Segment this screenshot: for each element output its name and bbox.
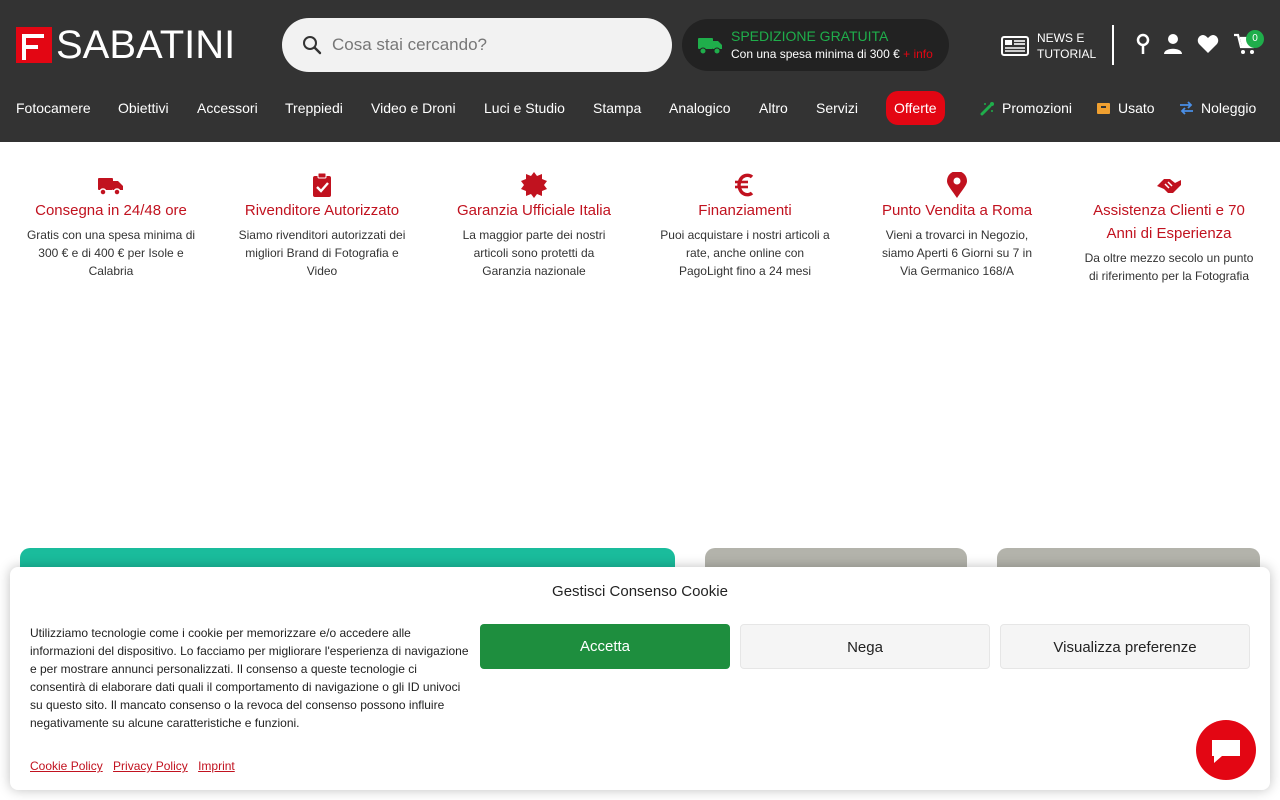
- search-icon[interactable]: [302, 35, 322, 55]
- truck-icon: [98, 178, 123, 196]
- logo-text: SABATINI: [56, 23, 236, 67]
- feature-description: La maggior parte dei nostri articoli son…: [462, 228, 606, 278]
- header: SABATINI SPEDIZIONE GRATUITA Con una spe…: [0, 0, 1280, 142]
- nav-offerte[interactable]: Offerte: [886, 91, 945, 125]
- magic-wand-icon: [980, 101, 994, 115]
- nav-analogico[interactable]: Analogico: [669, 91, 731, 125]
- chat-icon: [1212, 740, 1240, 763]
- feature-delivery: Consegna in 24/48 ore Gratis con una spe…: [26, 172, 196, 280]
- feature-authorized-reseller: Rivenditore Autorizzato Siamo rivenditor…: [237, 172, 407, 280]
- accept-button[interactable]: Accetta: [480, 624, 730, 669]
- shipping-title: SPEDIZIONE GRATUITA: [731, 28, 889, 44]
- nav-usato-label: Usato: [1118, 100, 1155, 116]
- nav-noleggio[interactable]: Noleggio: [1179, 91, 1256, 125]
- nav-promozioni-label: Promozioni: [1002, 100, 1073, 116]
- feature-title: Garanzia Ufficiale Italia: [457, 202, 611, 219]
- logo-mark: [16, 27, 52, 63]
- nav-noleggio-label: Noleggio: [1201, 100, 1257, 116]
- feature-description: Vieni a trovarci in Negozio, siamo Apert…: [881, 228, 1033, 278]
- newspaper-icon: [1001, 36, 1029, 56]
- site-logo[interactable]: SABATINI: [16, 23, 236, 67]
- feature-title: Rivenditore Autorizzato: [244, 202, 400, 219]
- nav-usato[interactable]: Usato: [1096, 91, 1155, 125]
- feature-description: Da oltre mezzo secolo un punto di riferi…: [1084, 251, 1254, 283]
- news-label-line2: TUTORIAL: [1037, 47, 1097, 61]
- news-tutorial-link[interactable]: NEWS E TUTORIAL: [1001, 30, 1096, 62]
- search-bar[interactable]: [282, 18, 672, 72]
- feature-description: Puoi acquistare i nostri articoli a rate…: [660, 228, 830, 278]
- chat-button[interactable]: [1196, 720, 1256, 780]
- map-pin-icon: [947, 172, 967, 198]
- feature-description: Siamo rivenditori autorizzati dei miglio…: [238, 228, 406, 278]
- clipboard-check-icon: [313, 172, 331, 197]
- truck-icon: [698, 38, 722, 55]
- feature-highlights: Consegna in 24/48 ore Gratis con una spe…: [0, 172, 1280, 302]
- feature-store-rome: Punto Vendita a Roma Vieni a trovarci in…: [872, 172, 1042, 280]
- user-account-icon[interactable]: [1163, 33, 1183, 55]
- nav-accessori[interactable]: Accessori: [197, 91, 258, 125]
- privacy-policy-link[interactable]: Privacy Policy: [113, 759, 188, 773]
- imprint-link[interactable]: Imprint: [198, 759, 235, 773]
- cart-count-badge: 0: [1246, 30, 1264, 48]
- exchange-arrows-icon: [1180, 101, 1193, 115]
- nav-fotocamere[interactable]: Fotocamere: [16, 91, 91, 125]
- feature-financing: Finanziamenti Puoi acquistare i nostri a…: [660, 172, 830, 280]
- box-icon: [1097, 103, 1110, 114]
- free-shipping-banner[interactable]: SPEDIZIONE GRATUITA Con una spesa minima…: [682, 19, 949, 71]
- feature-title: Assistenza Clienti e 70 Anni di Esperien…: [1093, 202, 1245, 242]
- nav-altro[interactable]: Altro: [759, 91, 788, 125]
- shipping-more-info-link[interactable]: + info: [903, 47, 933, 61]
- feature-description: Gratis con una spesa minima di 300 € e d…: [26, 228, 196, 278]
- nav-promozioni[interactable]: Promozioni: [980, 91, 1072, 125]
- deny-button[interactable]: Nega: [740, 624, 990, 669]
- feature-title: Consegna in 24/48 ore: [35, 202, 187, 219]
- main-navigation: Fotocamere Obiettivi Accessori Treppiedi…: [0, 91, 1280, 125]
- nav-obiettivi[interactable]: Obiettivi: [118, 91, 169, 125]
- feature-title: Finanziamenti: [698, 202, 792, 219]
- cookie-consent-dialog: Gestisci Consenso Cookie Utilizziamo tec…: [10, 567, 1270, 790]
- feature-customer-support: Assistenza Clienti e 70 Anni di Esperien…: [1084, 172, 1254, 285]
- nav-luci-studio[interactable]: Luci e Studio: [484, 91, 565, 125]
- cookie-policy-link[interactable]: Cookie Policy: [30, 759, 103, 773]
- nav-stampa[interactable]: Stampa: [593, 91, 641, 125]
- feature-warranty: Garanzia Ufficiale Italia La maggior par…: [449, 172, 619, 280]
- handshake-icon: [1157, 179, 1181, 193]
- news-label-line1: NEWS E: [1037, 31, 1085, 45]
- store-locator-icon[interactable]: [1135, 33, 1151, 55]
- view-preferences-button[interactable]: Visualizza preferenze: [1000, 624, 1250, 669]
- shipping-condition: Con una spesa minima di 300 €: [731, 47, 900, 61]
- cookie-title: Gestisci Consenso Cookie: [552, 583, 728, 600]
- feature-title: Punto Vendita a Roma: [881, 202, 1033, 219]
- nav-video-droni[interactable]: Video e Droni: [371, 91, 456, 125]
- header-divider: [1112, 25, 1114, 65]
- nav-servizi[interactable]: Servizi: [816, 91, 858, 125]
- wishlist-heart-icon[interactable]: [1197, 33, 1219, 55]
- search-input[interactable]: [332, 35, 652, 55]
- nav-treppiedi[interactable]: Treppiedi: [285, 91, 343, 125]
- cookie-links: Cookie Policy Privacy Policy Imprint: [30, 759, 242, 773]
- euro-icon: [735, 173, 754, 197]
- cookie-description: Utilizziamo tecnologie come i cookie per…: [30, 626, 469, 730]
- badge-check-icon: [521, 172, 547, 198]
- shipping-subtitle: Con una spesa minima di 300 € + info: [731, 46, 933, 62]
